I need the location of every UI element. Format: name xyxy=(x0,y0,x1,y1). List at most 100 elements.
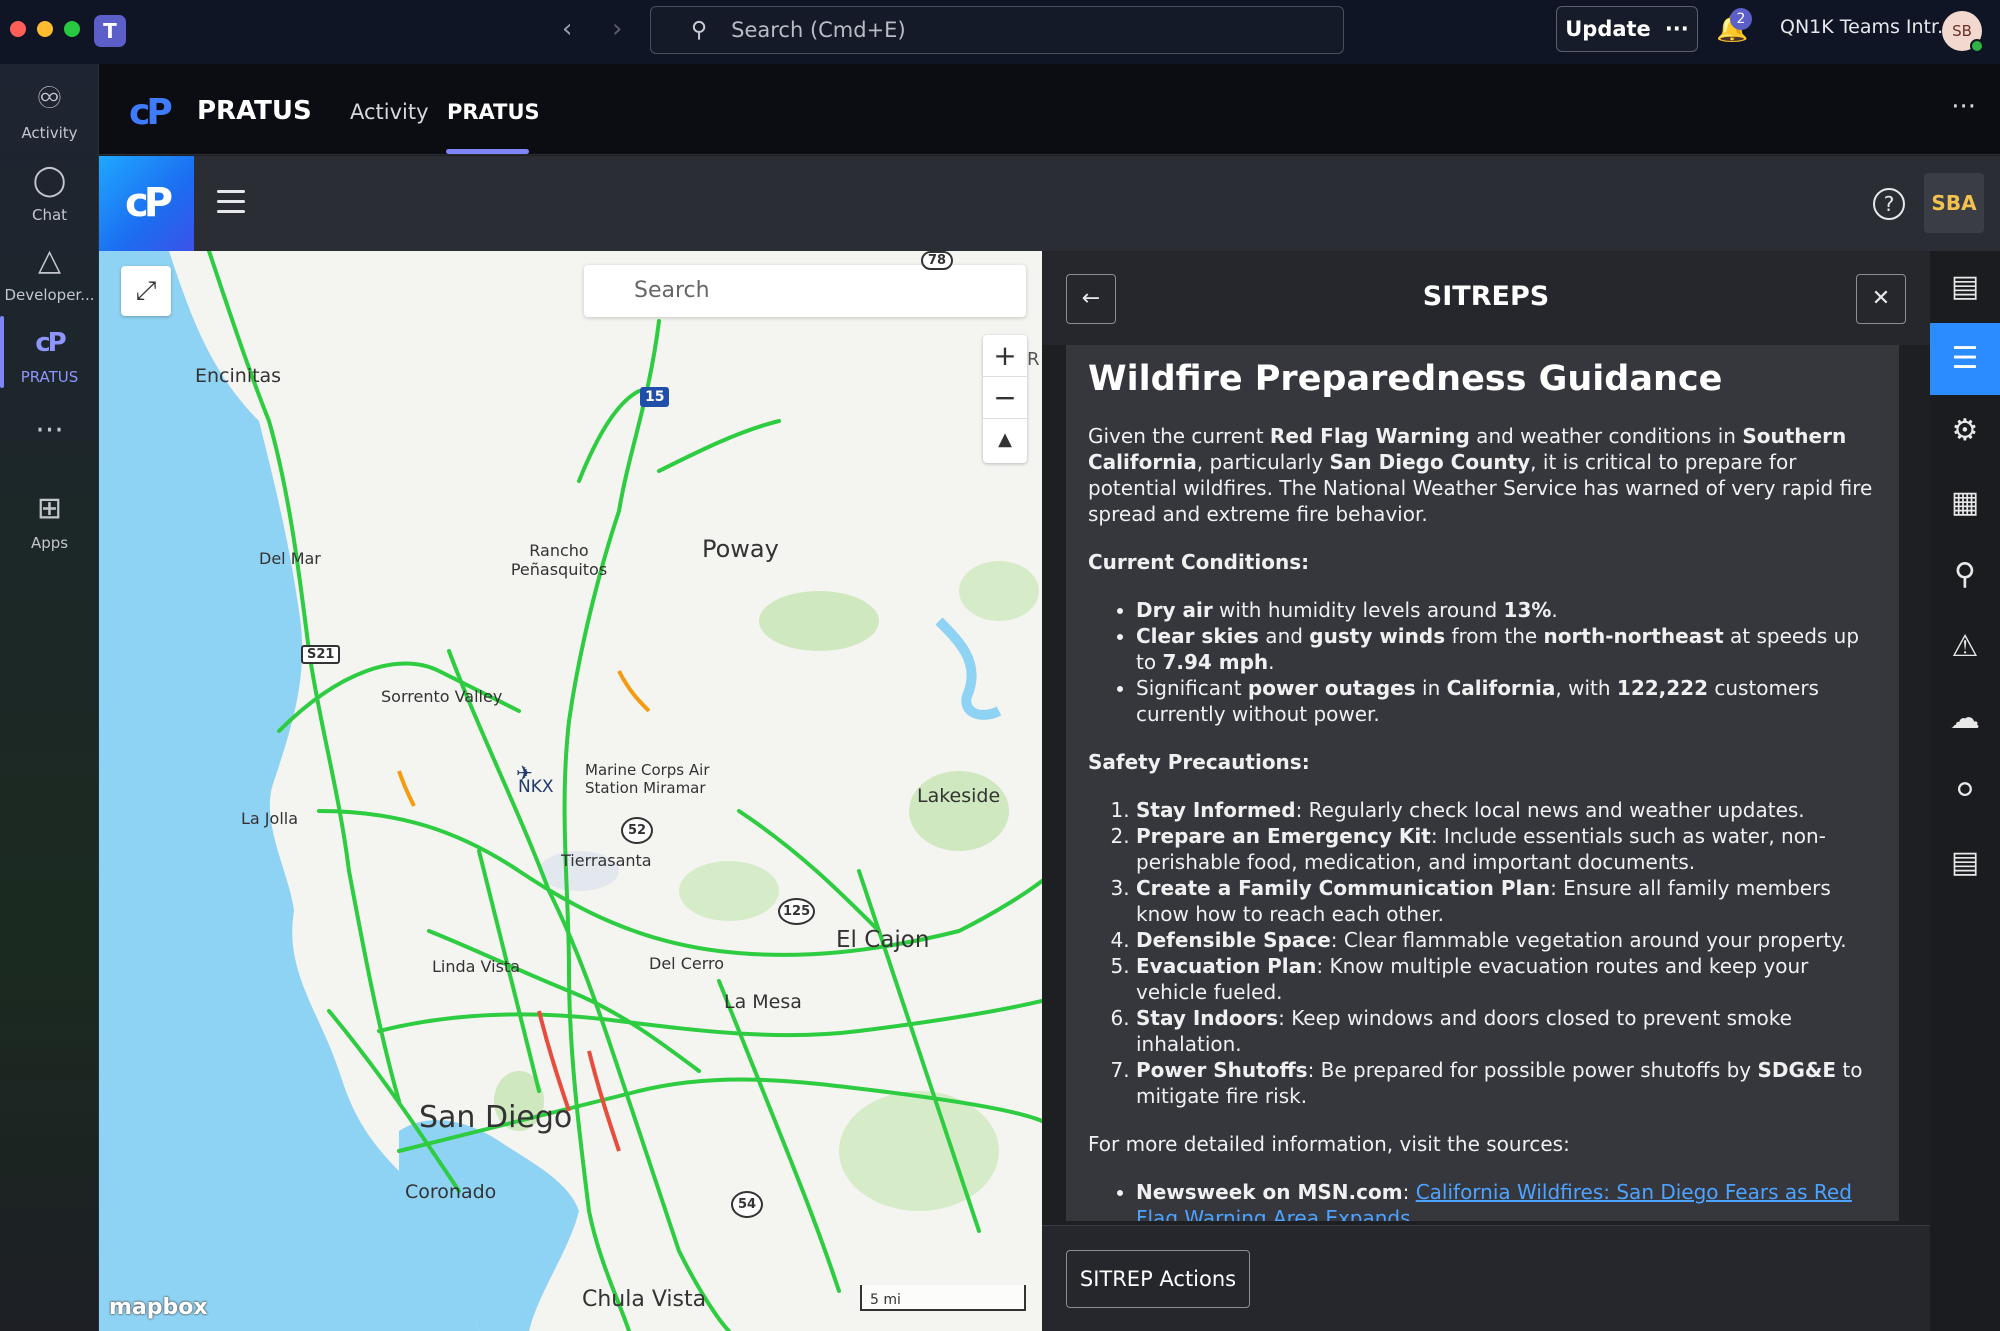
chat-icon: ◯ xyxy=(32,163,67,198)
rail-item-apps[interactable]: ⊞ Apps xyxy=(0,490,99,552)
list-item: Stay Indoors: Keep windows and doors clo… xyxy=(1136,1005,1877,1057)
place-label: Lakeside xyxy=(917,785,1001,807)
list-item: Stay Informed: Regularly check local new… xyxy=(1136,797,1877,823)
avatar-initials: SB xyxy=(1952,22,1972,40)
map-edge-label: R xyxy=(1027,349,1040,370)
help-icon[interactable]: ? xyxy=(1873,188,1905,220)
app-name: PRATUS xyxy=(197,96,312,126)
place-label: La Jolla xyxy=(241,809,299,828)
right-tool-rail: ▤ ☰ ⚙ ▦ ⚲ ⚠ ☁ ⚪ ▤ xyxy=(1930,251,2000,1331)
add-app-icon: ⊞ xyxy=(36,491,63,526)
park-area xyxy=(839,1091,999,1211)
rail-item-label: Apps xyxy=(30,534,69,552)
org-switcher[interactable]: QN1K Teams Intr... xyxy=(1780,16,1955,38)
park-area xyxy=(679,861,779,921)
sitreps-footer: SITREP Actions xyxy=(1042,1225,1930,1331)
place-label: Poway xyxy=(702,535,779,563)
place-label: NKX xyxy=(518,777,554,797)
zoom-out-button[interactable]: − xyxy=(983,377,1027,419)
pratus-toolbar: cP ? SBA xyxy=(99,156,2000,251)
notification-count-badge: 2 xyxy=(1730,8,1752,30)
list-item: Newsweek on MSN.com: California Wildfire… xyxy=(1136,1179,1877,1221)
route-shield: S21 xyxy=(301,645,341,664)
list-item: Evacuation Plan: Know multiple evacuatio… xyxy=(1136,953,1877,1005)
maximize-window-button[interactable] xyxy=(64,21,80,37)
menu-hamburger-icon[interactable] xyxy=(217,190,245,220)
pratus-icon: cP xyxy=(35,328,66,358)
zoom-in-button[interactable]: + xyxy=(983,335,1027,377)
cloud-weather-icon[interactable]: ☁ xyxy=(1930,683,2000,755)
rail-item-activity[interactable]: ♾ Activity xyxy=(0,80,99,142)
search-icon: ⚲ xyxy=(691,17,708,43)
rail-item-label: Chat xyxy=(31,206,68,224)
safety-heading: Safety Precautions: xyxy=(1088,750,1310,774)
forward-arrow-icon[interactable]: › xyxy=(612,14,622,44)
developer-icon: △ xyxy=(37,243,62,278)
list-item: Prepare an Emergency Kit: Include essent… xyxy=(1136,823,1877,875)
more-options-icon[interactable]: ··· xyxy=(1951,92,1976,122)
pratus-logo-icon: cP xyxy=(129,92,173,133)
location-pin-icon[interactable]: ⚲ xyxy=(1930,539,2000,611)
place-label: Chula Vista xyxy=(582,1287,707,1312)
tab-activity[interactable]: Activity xyxy=(350,100,429,124)
list-item: Clear skies and gusty winds from the nor… xyxy=(1136,623,1877,675)
rail-item-chat[interactable]: ◯ Chat xyxy=(0,162,99,224)
sitrep-document: Wildfire Preparedness Guidance Given the… xyxy=(1066,345,1899,1221)
map-icon[interactable]: ▦ xyxy=(1930,467,2000,539)
place-label: Marine Corps Air Station Miramar xyxy=(585,761,710,797)
place-label: Sorrento Valley xyxy=(381,687,503,706)
map-canvas[interactable] xyxy=(99,251,1042,1331)
list-item: Defensible Space: Clear flammable vegeta… xyxy=(1136,927,1877,953)
user-badge[interactable]: SBA xyxy=(1924,173,1984,233)
close-window-button[interactable] xyxy=(10,21,26,37)
global-search-input[interactable]: ⚲ Search (Cmd+E) xyxy=(650,6,1344,54)
rail-item-label: PRATUS xyxy=(20,368,79,386)
conditions-heading: Current Conditions: xyxy=(1088,550,1310,574)
tab-pratus[interactable]: PRATUS xyxy=(447,100,540,124)
teams-left-rail: ♾ Activity ◯ Chat △ Developer... cP PRAT… xyxy=(0,64,99,1331)
sources-intro: For more detailed information, visit the… xyxy=(1088,1132,1570,1156)
settings-gear-icon[interactable]: ⚙ xyxy=(1930,395,2000,467)
map-search-input[interactable]: Search xyxy=(584,265,1026,317)
sitreps-icon[interactable]: ☰ xyxy=(1930,323,2000,395)
warning-icon[interactable]: ⚠ xyxy=(1930,611,2000,683)
park-area xyxy=(759,591,879,651)
map-scale-bar: 5 mi xyxy=(860,1285,1026,1311)
document-title: Wildfire Preparedness Guidance xyxy=(1088,359,1723,399)
place-label: Linda Vista xyxy=(432,957,520,976)
rail-item-pratus[interactable]: cP PRATUS xyxy=(0,316,99,388)
lake xyxy=(935,617,1002,720)
map-zoom-controls: + − ▲ xyxy=(983,335,1027,463)
window-controls xyxy=(10,21,80,37)
conditions-list: Dry air with humidity levels around 13%.… xyxy=(1088,597,1877,727)
route-shield: 54 xyxy=(731,1191,764,1218)
route-shield: 125 xyxy=(778,898,816,925)
presence-available-icon xyxy=(1970,39,1984,53)
title-bar: T ‹ › ⚲ Search (Cmd+E) Update ··· 🔔 2 QN… xyxy=(0,0,2000,64)
park-area xyxy=(909,771,1009,851)
minimize-window-button[interactable] xyxy=(37,21,53,37)
place-label: Coronado xyxy=(405,1181,497,1203)
user-avatar[interactable]: SB xyxy=(1942,11,1984,53)
compass-reset-north-icon[interactable]: ▲ xyxy=(983,419,1027,461)
bell-icon: ♾ xyxy=(36,81,63,116)
interstate-shield: 15 xyxy=(640,387,670,407)
place-label: Encinitas xyxy=(195,365,282,387)
rail-item-more[interactable]: ··· xyxy=(0,412,99,450)
back-arrow-icon[interactable]: ‹ xyxy=(562,14,572,44)
mapbox-attribution-logo[interactable]: mapbox xyxy=(109,1295,208,1320)
close-icon[interactable]: ✕ xyxy=(1856,274,1906,324)
fullscreen-expand-icon[interactable]: ⤢ xyxy=(121,266,171,316)
place-label: Del Mar xyxy=(259,549,321,568)
intro-paragraph: Given the current Red Flag Warning and w… xyxy=(1088,424,1873,526)
lightbulb-icon[interactable]: ⚪ xyxy=(1930,755,2000,827)
rail-item-developer[interactable]: △ Developer... xyxy=(0,242,99,304)
list-item: Create a Family Communication Plan: Ensu… xyxy=(1136,875,1877,927)
route-shield: 52 xyxy=(621,817,654,844)
messages-icon[interactable]: ▤ xyxy=(1930,251,2000,323)
update-button[interactable]: Update ··· xyxy=(1556,6,1698,52)
pratus-brand-icon[interactable]: cP xyxy=(99,156,194,251)
document-icon[interactable]: ▤ xyxy=(1930,827,2000,899)
map-view[interactable]: ⤢ Search + − ▲ R 78 15 S21 52 125 54 Enc… xyxy=(99,251,1042,1331)
sitrep-actions-button[interactable]: SITREP Actions xyxy=(1066,1250,1250,1308)
